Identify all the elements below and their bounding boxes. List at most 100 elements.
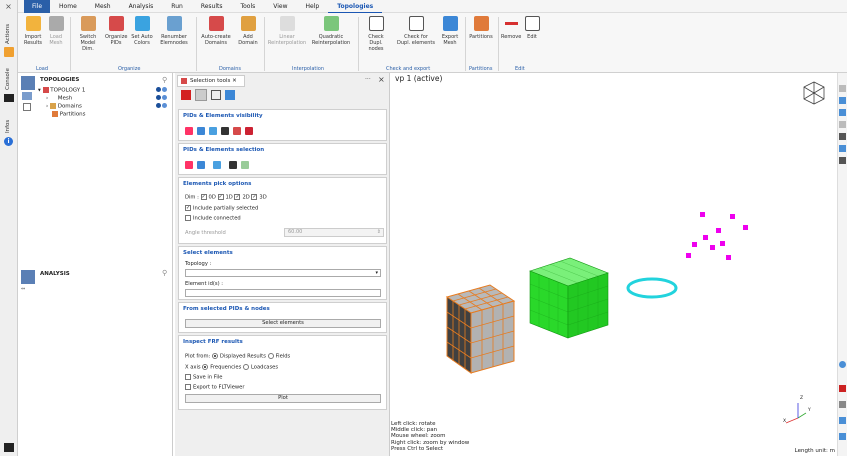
- actions-tab[interactable]: Actions: [5, 24, 11, 44]
- loadcases-radio[interactable]: [243, 364, 249, 370]
- include-connected-row[interactable]: Include connected: [185, 215, 241, 222]
- element-ids-input[interactable]: [185, 289, 381, 297]
- tree-side-icon[interactable]: [22, 92, 32, 100]
- dim-2d-checkbox[interactable]: ✓: [234, 194, 241, 200]
- angle-threshold-field[interactable]: 60.00 ⇕: [284, 228, 384, 237]
- switch-model-dim-button[interactable]: Switch Model Dim.: [74, 16, 102, 52]
- view-icon[interactable]: [839, 121, 846, 128]
- terminal-icon[interactable]: [4, 443, 14, 452]
- console-icon[interactable]: [4, 94, 14, 102]
- menu-tools[interactable]: Tools: [231, 0, 264, 13]
- 3d-viewport[interactable]: vp 1 (active) X Y Z Left click: rotate M…: [390, 73, 837, 456]
- auto-create-domains-button[interactable]: Auto-create Domains: [200, 16, 232, 46]
- console-tab[interactable]: Console: [5, 68, 11, 90]
- view-icon[interactable]: [839, 97, 846, 104]
- check-dupl-elements-button[interactable]: Check for Dupl. elements: [396, 16, 436, 46]
- view-icon[interactable]: [839, 133, 846, 140]
- tree-item-mesh[interactable]: › Mesh: [46, 95, 72, 102]
- linear-reinterpolation-button[interactable]: Linear Reinterpolation: [267, 16, 307, 46]
- wire-cube-icon[interactable]: [211, 90, 221, 100]
- import-results-button[interactable]: Import Results: [22, 16, 44, 46]
- tree-item-topology[interactable]: ▾ TOPOLOGY 1: [38, 87, 85, 94]
- export-flt-checkbox[interactable]: [185, 384, 191, 390]
- menu-results[interactable]: Results: [192, 0, 232, 13]
- partitions-button[interactable]: Partitions: [468, 16, 494, 40]
- analysis-tab-icon[interactable]: [21, 270, 35, 284]
- tree-side-icon-2[interactable]: [23, 103, 31, 111]
- point-cloud[interactable]: [686, 212, 748, 260]
- pick-icon[interactable]: [185, 161, 193, 169]
- organize-pids-button[interactable]: Organize PIDs: [105, 16, 127, 46]
- link-icon[interactable]: ⇔: [21, 286, 25, 292]
- save-in-file-row[interactable]: Save in File: [185, 374, 222, 381]
- info-icon[interactable]: i: [4, 137, 13, 146]
- shaded-cube-icon[interactable]: [195, 89, 207, 101]
- tab-selection-tools[interactable]: Selection tools ✕: [177, 75, 245, 87]
- view-icon[interactable]: [839, 109, 846, 116]
- close-panel-icon[interactable]: ×: [378, 75, 385, 84]
- toggle-icon[interactable]: [229, 161, 237, 169]
- view-icon[interactable]: [839, 145, 846, 152]
- solid-cube-icon[interactable]: [181, 90, 191, 100]
- view-icon[interactable]: [839, 85, 846, 92]
- menu-file[interactable]: File: [24, 0, 51, 13]
- orange-mesh-cube[interactable]: [445, 284, 516, 374]
- tree-item-domains[interactable]: › Domains: [46, 103, 82, 110]
- menu-mesh[interactable]: Mesh: [86, 0, 120, 13]
- menu-analysis[interactable]: Analysis: [120, 0, 163, 13]
- dim-1d-checkbox[interactable]: ✓: [217, 194, 224, 200]
- save-icon[interactable]: [197, 127, 205, 135]
- pick-icon[interactable]: [185, 127, 193, 135]
- topology-select[interactable]: ▾: [185, 269, 381, 277]
- check-dupl-nodes-button[interactable]: Check Dupl. nodes: [362, 16, 390, 52]
- visibility-toggle[interactable]: [156, 95, 170, 101]
- spinner-icon[interactable]: ⇕: [377, 229, 383, 236]
- view-icon[interactable]: [839, 401, 846, 408]
- plot-button[interactable]: Plot: [185, 394, 381, 403]
- view-icon[interactable]: [839, 385, 846, 392]
- close-icon[interactable]: ×: [4, 3, 13, 12]
- view-icon[interactable]: [839, 157, 846, 164]
- toggle-icon[interactable]: [221, 127, 229, 135]
- include-partial-checkbox[interactable]: ✓: [185, 205, 191, 211]
- displayed-results-radio[interactable]: [211, 353, 218, 359]
- fields-radio[interactable]: [267, 353, 274, 359]
- include-partial-row[interactable]: ✓ Include partially selected: [185, 205, 258, 212]
- save-icon[interactable]: [197, 161, 205, 169]
- view-icon[interactable]: [839, 417, 846, 424]
- list-icon[interactable]: [245, 127, 253, 135]
- visibility-toggle[interactable]: [156, 87, 170, 93]
- actions-icon[interactable]: [4, 47, 14, 57]
- check-icon[interactable]: [241, 161, 249, 169]
- more-icon[interactable]: ···: [365, 76, 371, 83]
- layers-icon[interactable]: [233, 127, 241, 135]
- menu-topologies[interactable]: Topologies: [328, 0, 383, 13]
- frequencies-radio[interactable]: [202, 364, 209, 370]
- menu-view[interactable]: View: [264, 0, 296, 13]
- view-cube-icon[interactable]: [803, 81, 825, 105]
- cyan-ring[interactable]: [626, 277, 678, 299]
- remove-button[interactable]: Remove: [501, 16, 521, 40]
- blue-cube-icon[interactable]: [225, 90, 235, 100]
- dim-0d-checkbox[interactable]: ✓: [200, 194, 207, 200]
- export-flt-row[interactable]: Export to FLTViewer: [185, 384, 244, 391]
- invert-icon[interactable]: [209, 127, 217, 135]
- include-connected-checkbox[interactable]: [185, 215, 191, 221]
- quadratic-reinterpolation-button[interactable]: Quadratic Reinterpolation: [310, 16, 352, 46]
- set-auto-colors-button[interactable]: Set Auto Colors: [130, 16, 154, 46]
- dim-3d-checkbox[interactable]: ✓: [251, 194, 258, 200]
- menu-help[interactable]: Help: [297, 0, 329, 13]
- menu-home[interactable]: Home: [50, 0, 86, 13]
- topologies-tab-icon[interactable]: [21, 76, 35, 90]
- load-mesh-button[interactable]: Load Mesh: [46, 16, 66, 46]
- add-domain-button[interactable]: Add Domain: [236, 16, 260, 46]
- search-icon[interactable]: ⚲: [162, 269, 167, 277]
- search-icon[interactable]: ⚲: [162, 76, 167, 84]
- invert-icon[interactable]: [213, 161, 221, 169]
- infos-tab[interactable]: Infos: [5, 120, 11, 133]
- renumber-elemnodes-button[interactable]: Renumber Elemnodes: [158, 16, 190, 46]
- select-elements-button[interactable]: Select elements: [185, 319, 381, 328]
- close-icon[interactable]: ✕: [232, 78, 237, 84]
- export-mesh-button[interactable]: Export Mesh: [439, 16, 461, 46]
- visibility-toggle[interactable]: [156, 103, 170, 109]
